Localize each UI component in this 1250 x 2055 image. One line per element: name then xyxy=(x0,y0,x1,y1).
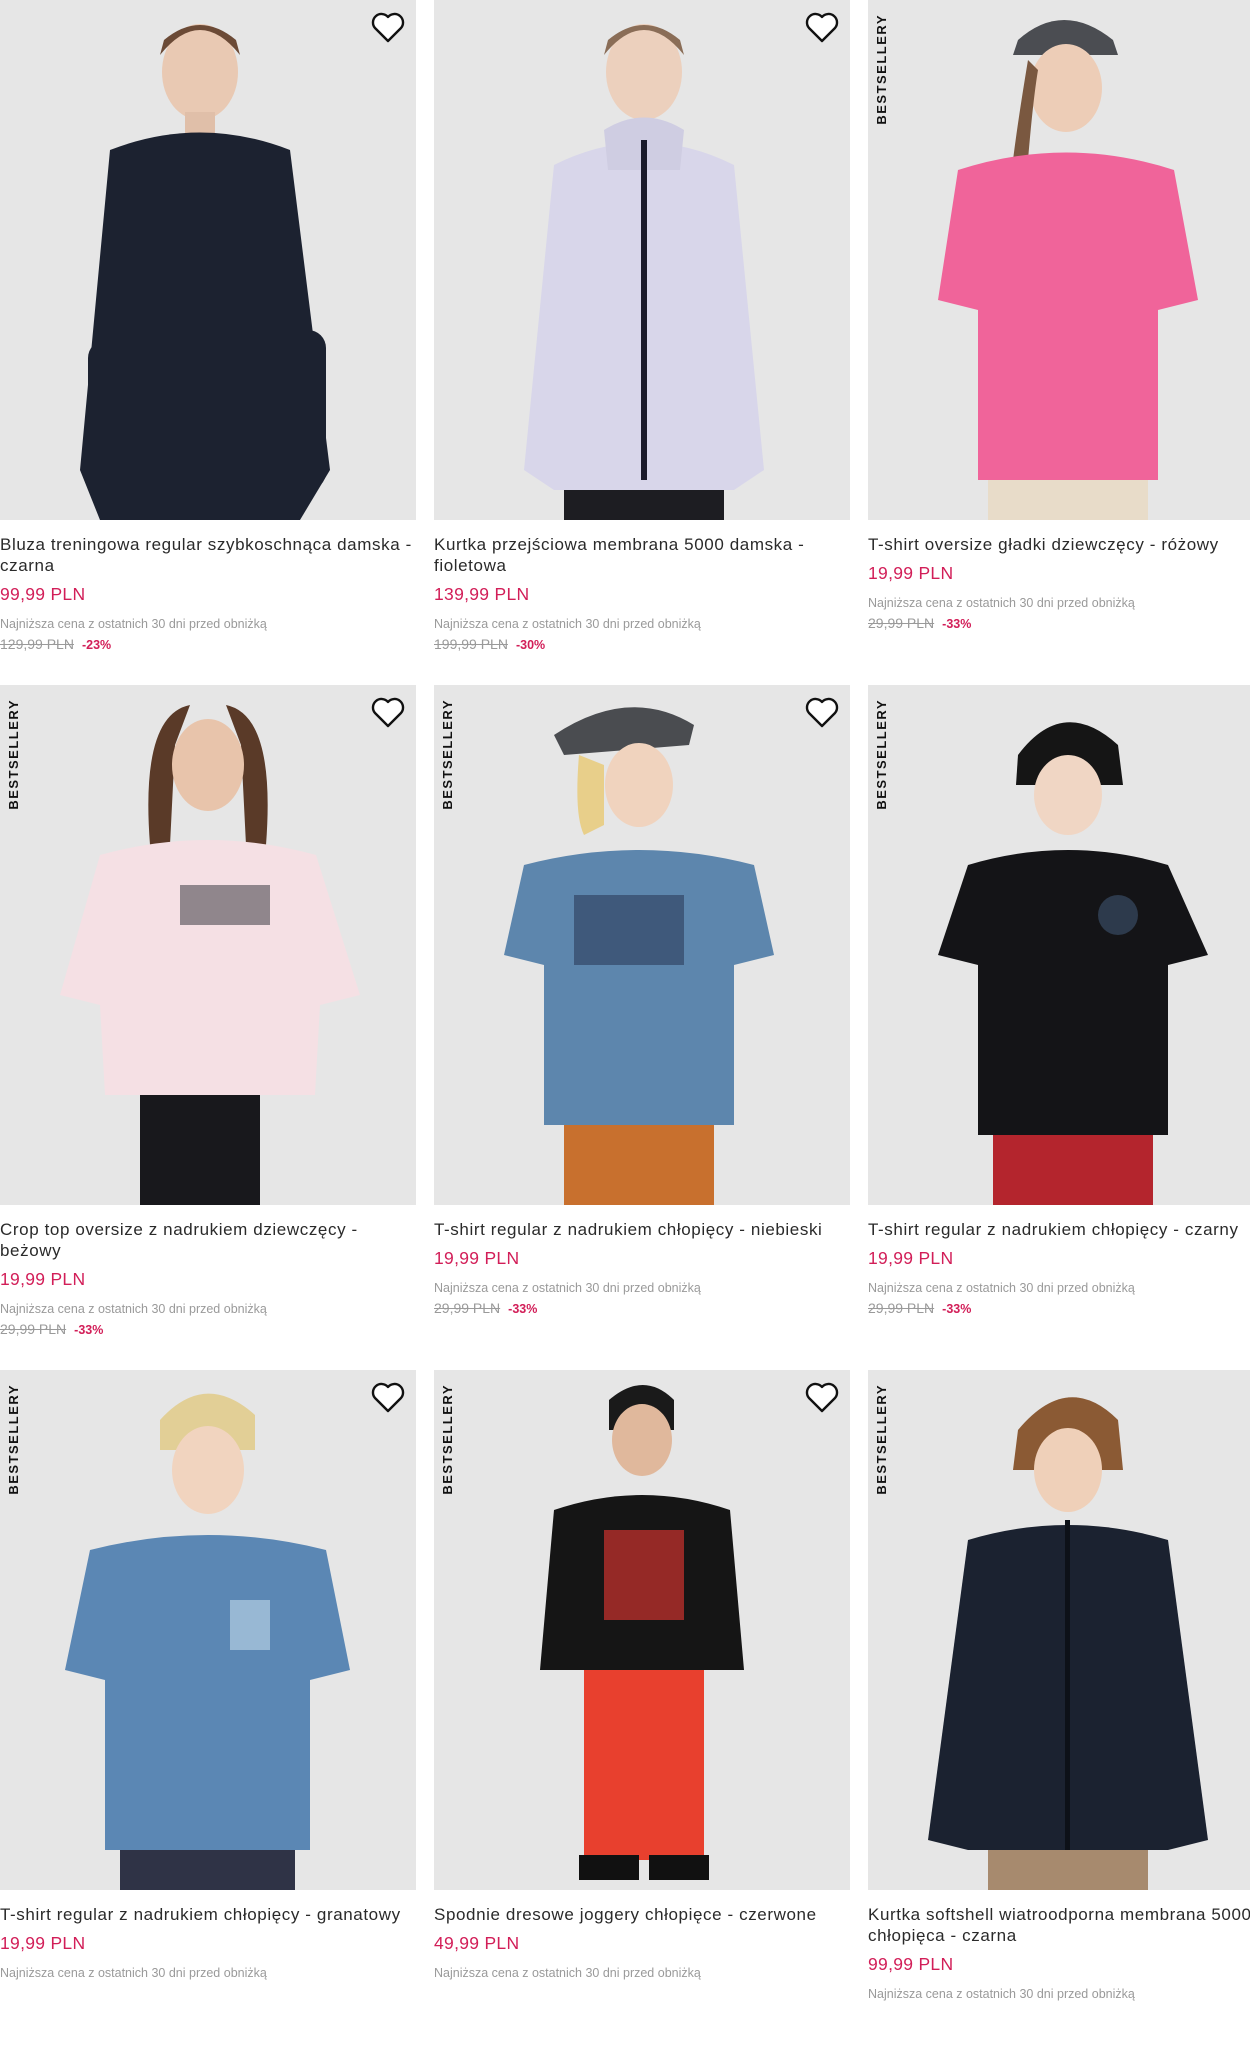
product-price: 19,99 PLN xyxy=(434,1248,520,1268)
lowest-price-note: Najniższa cena z ostatnich 30 dni przed … xyxy=(868,1987,1135,2001)
product-card[interactable]: BESTSELLERY Spodnie dresowe joggery chło… xyxy=(434,1370,850,2055)
product-info: T-shirt regular z nadrukiem chłopięcy - … xyxy=(0,1900,416,1980)
product-info: Spodnie dresowe joggery chłopięce - czer… xyxy=(434,1900,850,1980)
lowest-price-note: Najniższa cena z ostatnich 30 dni przed … xyxy=(868,596,1135,610)
bestseller-badge: BESTSELLERY xyxy=(6,699,21,810)
product-card[interactable]: BESTSELLERY Crop top oversize z nadrukie… xyxy=(0,685,416,1370)
lowest-price-note: Najniższa cena z ostatnich 30 dni przed … xyxy=(434,617,701,631)
product-price: 19,99 PLN xyxy=(0,1933,86,1953)
product-info: T-shirt oversize gładki dziewczęcy - róż… xyxy=(868,530,1250,631)
product-name[interactable]: T-shirt regular z nadrukiem chłopięcy - … xyxy=(434,1219,850,1240)
heart-icon[interactable] xyxy=(804,695,840,729)
bestseller-badge: BESTSELLERY xyxy=(440,699,455,810)
product-card[interactable]: BESTSELLERY Kurtka softshell wiatroodpor… xyxy=(868,1370,1250,2055)
bestseller-badge: BESTSELLERY xyxy=(440,1384,455,1495)
old-price: 29,99 PLN xyxy=(0,1321,67,1337)
product-info: Bluza treningowa regular szybkoschnąca d… xyxy=(0,530,416,652)
product-name[interactable]: Crop top oversize z nadrukiem dziewczęcy… xyxy=(0,1219,416,1261)
heart-icon[interactable] xyxy=(804,10,840,44)
lowest-price-note: Najniższa cena z ostatnich 30 dni przed … xyxy=(434,1966,701,1980)
old-price-row: 29,99 PLN -33% xyxy=(868,1300,1250,1316)
product-card[interactable]: Bluza treningowa regular szybkoschnąca d… xyxy=(0,0,416,685)
product-image[interactable]: BESTSELLERY xyxy=(0,1370,416,1890)
product-image[interactable]: BESTSELLERY xyxy=(868,1370,1250,1890)
discount-badge: -33% xyxy=(942,1302,972,1316)
product-name[interactable]: Spodnie dresowe joggery chłopięce - czer… xyxy=(434,1904,850,1925)
product-name[interactable]: Bluza treningowa regular szybkoschnąca d… xyxy=(0,534,416,576)
heart-icon[interactable] xyxy=(804,1380,840,1414)
product-card[interactable]: BESTSELLERY T-shirt oversize gładki dzie… xyxy=(868,0,1250,685)
lowest-price-note: Najniższa cena z ostatnich 30 dni przed … xyxy=(868,1281,1135,1295)
product-info: Kurtka przejściowa membrana 5000 damska … xyxy=(434,530,850,652)
discount-badge: -33% xyxy=(508,1302,538,1316)
product-image[interactable]: BESTSELLERY xyxy=(0,685,416,1205)
product-price: 19,99 PLN xyxy=(0,1269,86,1289)
product-photo xyxy=(434,685,850,1205)
bestseller-badge: BESTSELLERY xyxy=(6,1384,21,1495)
product-image[interactable]: BESTSELLERY xyxy=(434,685,850,1205)
bestseller-badge: BESTSELLERY xyxy=(874,699,889,810)
product-photo xyxy=(0,0,416,520)
product-info: Crop top oversize z nadrukiem dziewczęcy… xyxy=(0,1215,416,1337)
product-image[interactable] xyxy=(0,0,416,520)
old-price-row: 29,99 PLN -33% xyxy=(868,615,1250,631)
product-name[interactable]: Kurtka softshell wiatroodporna membrana … xyxy=(868,1904,1250,1946)
product-card[interactable]: BESTSELLERY T-shirt regular z nadrukiem … xyxy=(868,685,1250,1370)
old-price: 29,99 PLN xyxy=(868,615,935,631)
lowest-price-note: Najniższa cena z ostatnich 30 dni przed … xyxy=(0,1966,267,1980)
product-price: 99,99 PLN xyxy=(0,584,86,604)
product-price: 99,99 PLN xyxy=(868,1954,954,1974)
product-name[interactable]: T-shirt oversize gładki dziewczęcy - róż… xyxy=(868,534,1250,555)
old-price-row: 29,99 PLN -33% xyxy=(434,1300,850,1316)
lowest-price-note: Najniższa cena z ostatnich 30 dni przed … xyxy=(0,1302,267,1316)
bestseller-badge: BESTSELLERY xyxy=(874,1384,889,1495)
discount-badge: -33% xyxy=(942,617,972,631)
heart-icon[interactable] xyxy=(370,10,406,44)
product-price: 19,99 PLN xyxy=(868,563,954,583)
product-image[interactable]: BESTSELLERY xyxy=(868,0,1250,520)
product-photo xyxy=(868,0,1250,520)
old-price-row: 199,99 PLN -30% xyxy=(434,636,850,652)
product-price: 49,99 PLN xyxy=(434,1933,520,1953)
old-price: 29,99 PLN xyxy=(434,1300,501,1316)
product-photo xyxy=(434,1370,850,1890)
product-info: T-shirt regular z nadrukiem chłopięcy - … xyxy=(434,1215,850,1316)
product-card[interactable]: BESTSELLERY T-shirt regular z nadrukiem … xyxy=(434,685,850,1370)
product-photo xyxy=(0,685,416,1205)
product-name[interactable]: Kurtka przejściowa membrana 5000 damska … xyxy=(434,534,850,576)
old-price: 129,99 PLN xyxy=(0,636,74,652)
bestseller-badge: BESTSELLERY xyxy=(874,14,889,125)
old-price: 199,99 PLN xyxy=(434,636,508,652)
product-image[interactable] xyxy=(434,0,850,520)
old-price-row: 129,99 PLN -23% xyxy=(0,636,416,652)
product-image[interactable]: BESTSELLERY xyxy=(434,1370,850,1890)
discount-badge: -23% xyxy=(81,638,112,652)
old-price: 29,99 PLN xyxy=(868,1300,935,1316)
product-photo xyxy=(434,0,850,520)
product-photo xyxy=(0,1370,416,1890)
old-price-row: 29,99 PLN -33% xyxy=(0,1321,416,1337)
heart-icon[interactable] xyxy=(370,1380,406,1414)
product-card[interactable]: Kurtka przejściowa membrana 5000 damska … xyxy=(434,0,850,685)
product-name[interactable]: T-shirt regular z nadrukiem chłopięcy - … xyxy=(0,1904,416,1925)
discount-badge: -33% xyxy=(74,1323,104,1337)
product-price: 139,99 PLN xyxy=(434,584,530,604)
product-card[interactable]: BESTSELLERY T-shirt regular z nadrukiem … xyxy=(0,1370,416,2055)
lowest-price-note: Najniższa cena z ostatnich 30 dni przed … xyxy=(434,1281,701,1295)
product-photo xyxy=(868,685,1250,1205)
heart-icon[interactable] xyxy=(370,695,406,729)
lowest-price-note: Najniższa cena z ostatnich 30 dni przed … xyxy=(0,617,267,631)
product-info: T-shirt regular z nadrukiem chłopięcy - … xyxy=(868,1215,1250,1316)
product-photo xyxy=(868,1370,1250,1890)
discount-badge: -30% xyxy=(515,638,546,652)
product-image[interactable]: BESTSELLERY xyxy=(868,685,1250,1205)
product-name[interactable]: T-shirt regular z nadrukiem chłopięcy - … xyxy=(868,1219,1250,1240)
product-info: Kurtka softshell wiatroodporna membrana … xyxy=(868,1900,1250,2001)
product-price: 19,99 PLN xyxy=(868,1248,954,1268)
